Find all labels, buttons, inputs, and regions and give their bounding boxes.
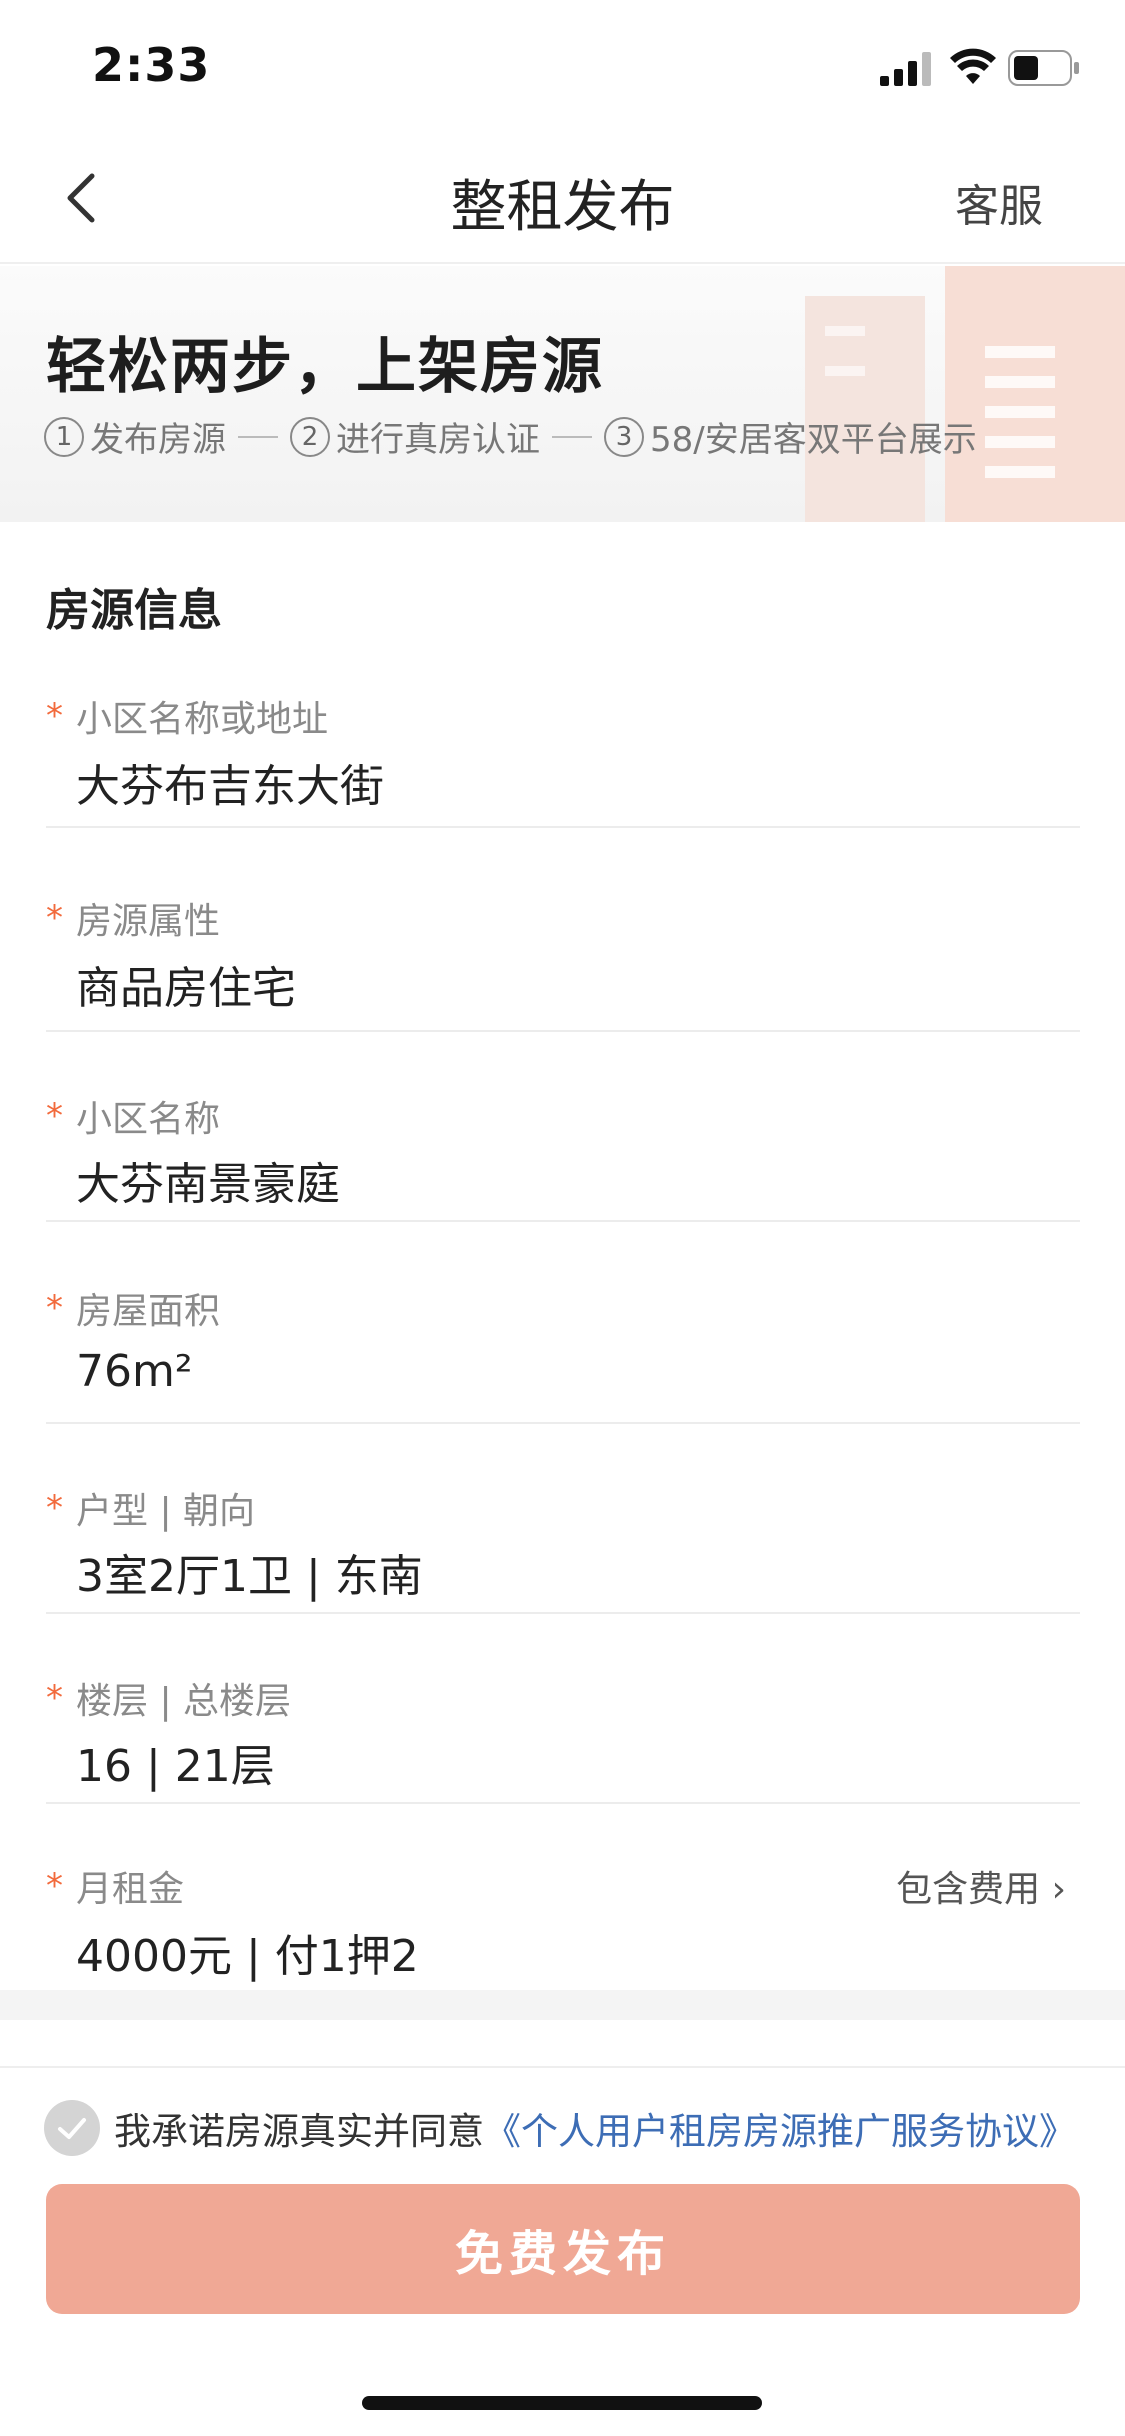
status-time: 2:33 — [92, 38, 211, 92]
included-fees-link[interactable]: 包含费用 › — [896, 1860, 1066, 1912]
step-number: 2 — [290, 416, 330, 457]
required-mark: * — [46, 1678, 63, 1718]
field-floor[interactable]: * 楼层 | 总楼层 16 | 21层 — [46, 1664, 1080, 1804]
check-icon — [58, 2118, 86, 2139]
agreement-row: 我承诺房源真实并同意 《个人用户租房房源推广服务协议》 — [44, 2096, 1076, 2160]
section-title: 房源信息 — [46, 585, 222, 636]
field-community-address[interactable]: * 小区名称或地址 大芬布吉东大街 — [46, 680, 1080, 828]
field-community-name[interactable]: * 小区名称 大芬南景豪庭 — [46, 1082, 1080, 1222]
required-mark: * — [46, 1488, 63, 1528]
field-layout-orientation[interactable]: * 户型 | 朝向 3室2厅1卫 | 东南 — [46, 1474, 1080, 1614]
required-mark: * — [46, 696, 63, 736]
field-monthly-rent[interactable]: * 月租金 包含费用 › 4000元 | 付1押2 — [46, 1852, 1080, 1990]
field-value: 大芬布吉东大街 — [76, 761, 384, 812]
customer-service-button[interactable]: 客服 — [955, 170, 1043, 234]
field-value: 大芬南景豪庭 — [76, 1159, 340, 1210]
required-mark: * — [46, 1288, 63, 1328]
field-area[interactable]: * 房屋面积 76m² — [46, 1274, 1080, 1424]
building-illustration-icon — [805, 266, 1125, 522]
nav-bar: 整租发布 客服 — [0, 132, 1125, 264]
step-connector — [238, 435, 278, 438]
cellular-signal-icon — [880, 52, 931, 86]
field-property-type[interactable]: * 房源属性 商品房住宅 — [46, 884, 1080, 1032]
field-value: 16 | 21层 — [76, 1741, 275, 1792]
step-label: 进行真房认证 — [336, 420, 540, 460]
step-3: 3 58/安居客双平台展示 — [604, 412, 977, 461]
required-mark: * — [46, 1096, 63, 1136]
wifi-icon — [950, 48, 996, 84]
step-label: 58/安居客双平台展示 — [650, 420, 977, 460]
divider — [0, 2066, 1125, 2068]
status-bar: 2:33 — [0, 0, 1125, 132]
step-label: 发布房源 — [90, 420, 226, 460]
step-1: 1 发布房源 — [44, 412, 226, 461]
required-mark: * — [46, 1866, 63, 1906]
field-value: 商品房住宅 — [76, 963, 296, 1014]
field-label: 小区名称 — [76, 1099, 221, 1140]
free-publish-button[interactable]: 免费发布 — [46, 2184, 1080, 2314]
field-value: 4000元 | 付1押2 — [76, 1931, 419, 1982]
agreement-checkbox[interactable] — [44, 2100, 100, 2156]
field-label: 楼层 | 总楼层 — [76, 1681, 292, 1722]
battery-icon — [1008, 50, 1079, 86]
field-label: 小区名称或地址 — [76, 699, 329, 740]
step-connector — [552, 435, 592, 438]
field-label: 户型 | 朝向 — [76, 1491, 256, 1532]
step-2: 2 进行真房认证 — [290, 412, 540, 461]
steps-banner: 轻松两步，上架房源 1 发布房源 2 进行真房认证 3 58/安居客双平台展示 — [0, 266, 1125, 522]
field-value: 3室2厅1卫 | 东南 — [76, 1551, 423, 1602]
field-label: 房源属性 — [76, 901, 221, 942]
agreement-text: 我承诺房源真实并同意 — [114, 2110, 484, 2153]
required-mark: * — [46, 898, 63, 938]
field-label: 房屋面积 — [76, 1291, 221, 1332]
step-number: 3 — [604, 416, 644, 457]
step-number: 1 — [44, 416, 84, 457]
field-value: 76m² — [76, 1346, 193, 1397]
agreement-link[interactable]: 《个人用户租房房源推广服务协议》 — [484, 2101, 1076, 2155]
banner-title: 轻松两步，上架房源 — [46, 332, 604, 402]
field-label: 月租金 — [76, 1869, 185, 1910]
home-indicator — [362, 2396, 762, 2410]
steps-list: 1 发布房源 2 进行真房认证 3 58/安居客双平台展示 — [44, 412, 977, 461]
section-gap — [0, 1990, 1125, 2020]
